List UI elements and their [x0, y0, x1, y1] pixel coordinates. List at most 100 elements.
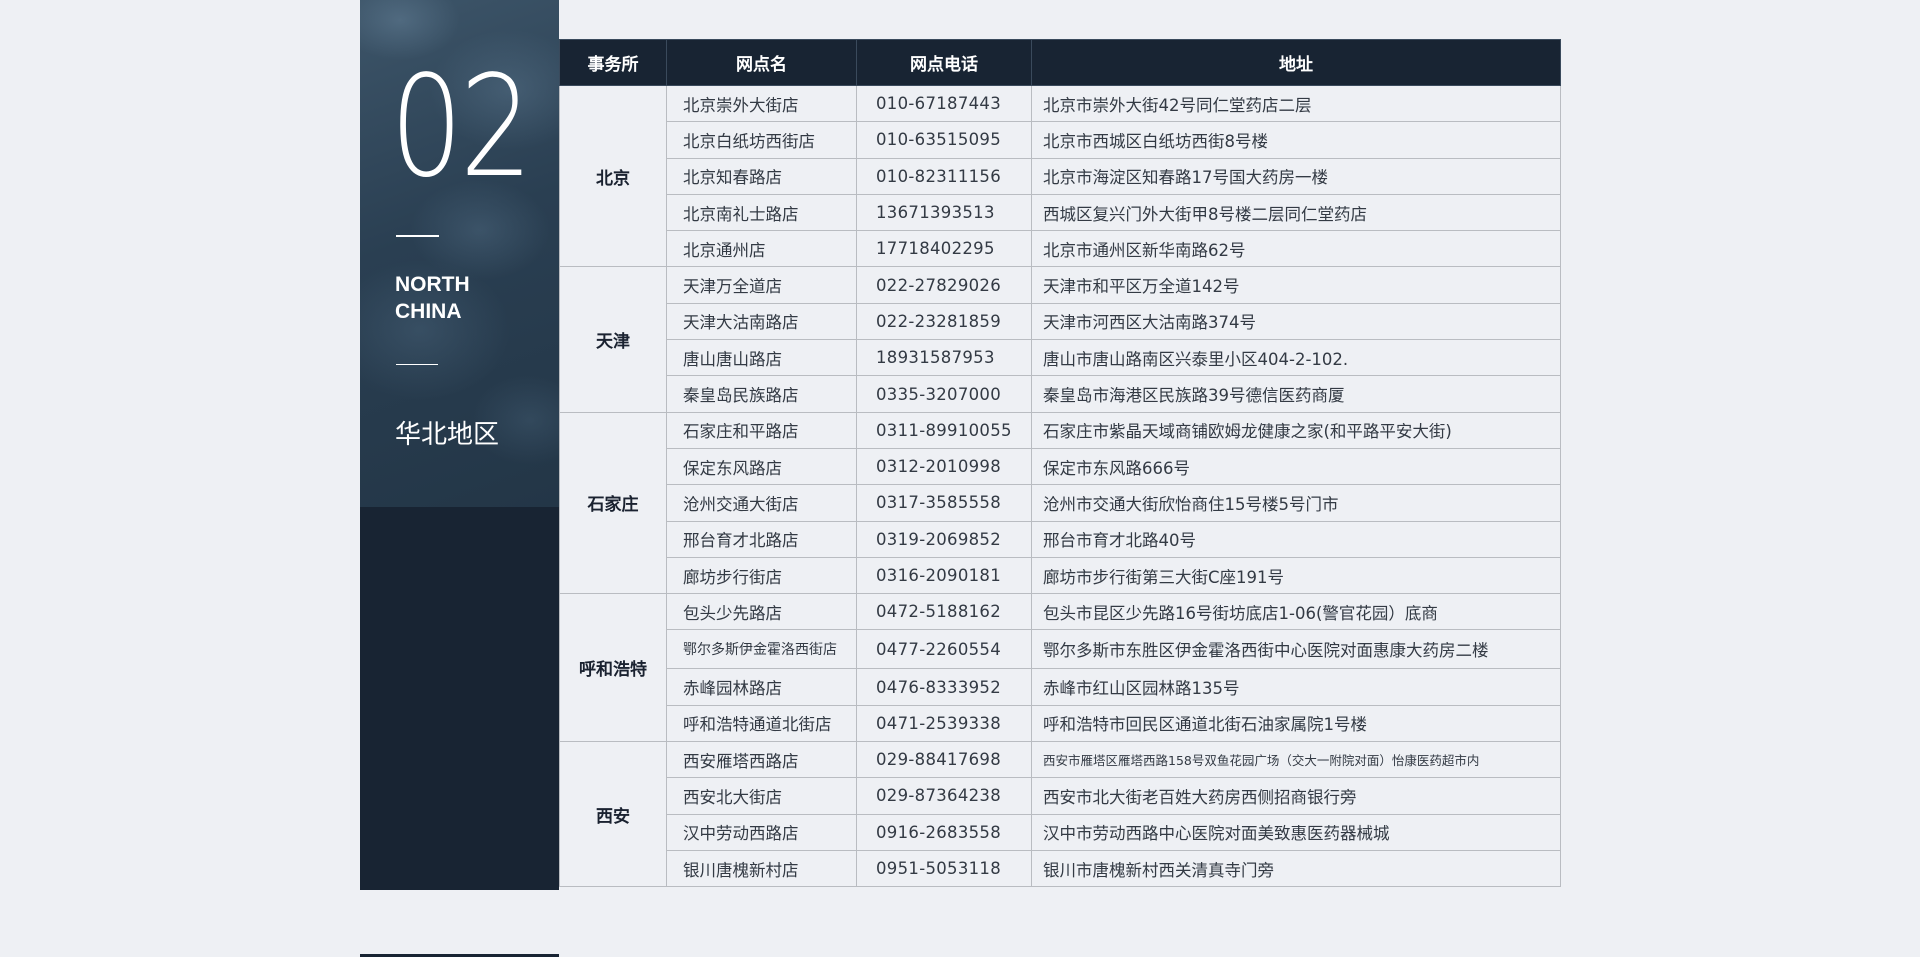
region-side-panel: 02 NORTH CHINA 华北地区 [360, 0, 559, 890]
store-name-cell: 邢台育才北路店 [666, 520, 857, 558]
store-phone-cell: 0316-2090181 [856, 556, 1032, 595]
store-address-cell: 秦皇岛市海港区民族路39号德信医药商厦 [1031, 375, 1561, 413]
store-phone-cell: 0312-2010998 [856, 447, 1032, 486]
store-address-cell: 鄂尔多斯市东胜区伊金霍洛西街中心医院对面惠康大药房二楼 [1031, 629, 1561, 670]
office-cell: 石家庄 [559, 411, 667, 595]
store-phone-cell: 0476-8333952 [856, 668, 1032, 706]
table-row: 呼和浩特通道北街店 0471-2539338 呼和浩特市回民区通道北街石油家属院1号… [560, 704, 1561, 743]
store-name-cell: 包头少先路店 [666, 593, 857, 631]
store-address-cell: 沧州市交通大街欣怡商住15号楼5号门市 [1031, 484, 1561, 522]
store-name-cell: 汉中劳动西路店 [666, 813, 857, 851]
store-name-cell: 西安雁塔西路店 [666, 741, 857, 779]
store-name-cell: 天津大沽南路店 [666, 302, 857, 341]
table-row: 北京 北京崇外大街店 010-67187443 北京市崇外大街42号同仁堂药店二层 [559, 84, 1561, 268]
section-number: 02 [390, 46, 533, 209]
store-phone-cell: 0335-3207000 [856, 375, 1032, 413]
store-address-cell: 汉中市劳动西路中心医院对面美致惠医药器械城 [1031, 813, 1561, 851]
table-row: 呼和浩特 包头少先路店 0472-5188162 包头市昆区少先路16号街坊底店1-0… [559, 593, 1561, 743]
store-phone-cell: 010-82311156 [856, 157, 1032, 195]
store-address-cell: 呼和浩特市回民区通道北街石油家属院1号楼 [1031, 704, 1561, 743]
store-phone-cell: 0319-2069852 [856, 520, 1032, 558]
region-name-en-line2: CHINA [395, 300, 462, 323]
store-directory-table: 事务所 网点名 网点电话 地址 北京 北京崇外大街店 010-67187443 北京市… [559, 39, 1561, 888]
table-row: 赤峰园林路店 0476-8333952 赤峰市红山区园林路135号 [560, 668, 1561, 706]
store-name-cell: 天津万全道店 [666, 266, 857, 304]
table-row: 北京白纸坊西街店 010-63515095 北京市西城区白纸坊西街8号楼 [560, 121, 1561, 159]
store-phone-cell: 0311-89910055 [856, 411, 1032, 449]
store-name-cell: 廊坊步行街店 [666, 556, 857, 595]
store-phone-cell: 029-88417698 [856, 741, 1032, 779]
store-phone-cell: 022-27829026 [856, 266, 1032, 304]
region-name-en-line1: NORTH [395, 273, 470, 296]
table-row: 秦皇岛民族路店 0335-3207000 秦皇岛市海港区民族路39号德信医药商厦 [560, 375, 1561, 413]
table-row: 西安北大街店 029-87364238 西安市北大街老百姓大药房西侧招商银行旁 [560, 777, 1561, 815]
store-address-cell: 北京市西城区白纸坊西街8号楼 [1031, 121, 1561, 159]
table-row: 银川唐槐新村店 0951-5053118 银川市唐槐新村西关清真寺门旁 [560, 849, 1561, 888]
store-name-cell: 西安北大街店 [666, 777, 857, 815]
divider-line [396, 235, 439, 237]
store-address-cell: 保定市东风路666号 [1031, 447, 1561, 486]
store-address-cell: 西安市北大街老百姓大药房西侧招商银行旁 [1031, 777, 1561, 815]
store-name-cell: 北京白纸坊西街店 [666, 121, 857, 159]
table-row: 汉中劳动西路店 0916-2683558 汉中市劳动西路中心医院对面美致惠医药器械城 [560, 813, 1561, 851]
region-name-en: NORTH CHINA [395, 271, 470, 325]
table-row: 沧州交通大街店 0317-3585558 沧州市交通大街欣怡商住15号楼5号门市 [560, 484, 1561, 522]
store-phone-cell: 0472-5188162 [856, 593, 1032, 631]
store-name-cell: 唐山唐山路店 [666, 339, 857, 377]
store-name-cell: 北京南礼士路店 [666, 193, 857, 232]
store-name-cell: 银川唐槐新村店 [666, 849, 857, 888]
store-address-cell: 北京市通州区新华南路62号 [1031, 230, 1561, 268]
store-phone-cell: 0471-2539338 [856, 704, 1032, 743]
store-address-cell: 天津市和平区万全道142号 [1031, 266, 1561, 304]
store-phone-cell: 0951-5053118 [856, 849, 1032, 888]
header-office: 事务所 [559, 39, 667, 86]
divider-line [396, 364, 438, 365]
office-cell: 呼和浩特 [559, 593, 667, 743]
store-name-cell: 赤峰园林路店 [666, 668, 857, 706]
store-name-cell: 呼和浩特通道北街店 [666, 704, 857, 743]
store-phone-cell: 13671393513 [856, 193, 1032, 232]
store-address-cell: 包头市昆区少先路16号街坊底店1-06(警官花园）底商 [1031, 593, 1561, 631]
store-address-cell: 西城区复兴门外大街甲8号楼二层同仁堂药店 [1031, 193, 1561, 232]
table-row: 邢台育才北路店 0319-2069852 邢台市育才北路40号 [560, 520, 1561, 558]
store-address-cell: 天津市河西区大沽南路374号 [1031, 302, 1561, 341]
table-row: 北京知春路店 010-82311156 北京市海淀区知春路17号国大药房一楼 [560, 157, 1561, 195]
table-row: 北京通州店 17718402295 北京市通州区新华南路62号 [560, 230, 1561, 268]
store-name-cell: 北京崇外大街店 [666, 84, 857, 123]
table-row: 天津大沽南路店 022-23281859 天津市河西区大沽南路374号 [560, 302, 1561, 341]
store-phone-cell: 010-63515095 [856, 121, 1032, 159]
table-header: 事务所 网点名 网点电话 地址 [559, 39, 1561, 86]
store-phone-cell: 029-87364238 [856, 777, 1032, 815]
store-address-cell: 赤峰市红山区园林路135号 [1031, 668, 1561, 706]
table-row: 天津 天津万全道店 022-27829026 天津市和平区万全道142号 [559, 266, 1561, 413]
store-name-cell: 秦皇岛民族路店 [666, 375, 857, 413]
office-cell: 天津 [559, 266, 667, 413]
table-row: 保定东风路店 0312-2010998 保定市东风路666号 [560, 447, 1561, 486]
store-phone-cell: 17718402295 [856, 230, 1032, 268]
table-row: 西安 西安雁塔西路店 029-88417698 西安市雁塔区雁塔西路158号双鱼花园广… [559, 741, 1561, 888]
store-address-cell: 唐山市唐山路南区兴泰里小区404-2-102. [1031, 339, 1561, 377]
table-row: 石家庄 石家庄和平路店 0311-89910055 石家庄市紫晶天域商铺欧姆龙健康之家… [559, 411, 1561, 595]
store-address-cell: 邢台市育才北路40号 [1031, 520, 1561, 558]
store-phone-cell: 0317-3585558 [856, 484, 1032, 522]
region-name-zh: 华北地区 [395, 420, 500, 450]
store-name-cell: 鄂尔多斯伊金霍洛西街店 [666, 629, 857, 670]
store-name-cell: 沧州交通大街店 [666, 484, 857, 522]
header-store-name: 网点名 [666, 39, 857, 86]
office-cell: 北京 [559, 84, 667, 268]
store-address-cell: 石家庄市紫晶天域商铺欧姆龙健康之家(和平路平安大街) [1031, 411, 1561, 449]
table-row: 廊坊步行街店 0316-2090181 廊坊市步行街第三大街C座191号 [560, 556, 1561, 595]
store-address-cell: 银川市唐槐新村西关清真寺门旁 [1031, 849, 1561, 888]
table-row: 鄂尔多斯伊金霍洛西街店 0477-2260554 鄂尔多斯市东胜区伊金霍洛西街中心医… [560, 629, 1561, 670]
store-name-cell: 北京通州店 [666, 230, 857, 268]
office-cell: 西安 [559, 741, 667, 888]
table-body: 北京 北京崇外大街店 010-67187443 北京市崇外大街42号同仁堂药店二层 北京… [559, 84, 1561, 888]
store-phone-cell: 022-23281859 [856, 302, 1032, 341]
store-address-cell: 廊坊市步行街第三大街C座191号 [1031, 556, 1561, 595]
header-store-phone: 网点电话 [856, 39, 1032, 86]
store-name-cell: 保定东风路店 [666, 447, 857, 486]
store-phone-cell: 18931587953 [856, 339, 1032, 377]
store-phone-cell: 010-67187443 [856, 84, 1032, 123]
table-row: 唐山唐山路店 18931587953 唐山市唐山路南区兴泰里小区404-2-102. [560, 339, 1561, 377]
header-address: 地址 [1031, 39, 1561, 86]
